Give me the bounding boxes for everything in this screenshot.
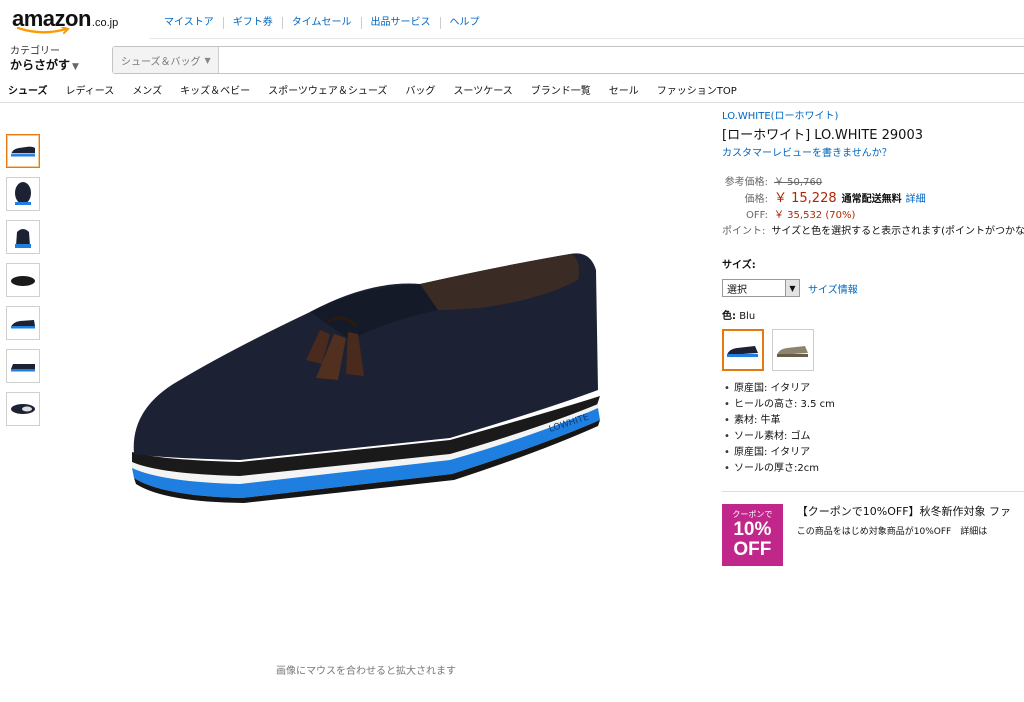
color-label: 色: — [722, 311, 736, 322]
write-review-link[interactable]: カスタマーレビューを書きませんか？ — [722, 147, 1024, 161]
chevron-down-icon: ▼ — [785, 280, 799, 296]
size-label: サイズ: — [722, 260, 756, 271]
shoe-thumbnail-icon — [11, 320, 35, 329]
color-swatch-alt[interactable] — [772, 329, 814, 371]
price-row: 価格: ￥ 15,228 通常配送無料 詳細 — [722, 191, 1024, 208]
feature-item: ヒールの高さ: 3.5 cm — [722, 397, 1024, 413]
coupon-promo[interactable]: クーポンで 10% OFF 【クーポンで10%OFF】秋冬新作対象 ファ この商… — [722, 504, 1024, 566]
points-text: サイズと色を選択すると表示されます(ポイントがつかない — [771, 226, 1024, 237]
nav-link-sell[interactable]: 出品サービス — [360, 17, 440, 29]
shipping-details-link[interactable]: 詳細 — [906, 192, 926, 208]
off-value: ￥ 35,532 (70%) — [774, 210, 856, 221]
subnav-item-mens[interactable]: メンズ — [132, 82, 162, 97]
search-input[interactable] — [218, 47, 1024, 73]
subnav-item-brands[interactable]: ブランド一覧 — [531, 82, 591, 97]
price-label: 価格: — [744, 194, 768, 205]
search-scope-dropdown[interactable]: シューズ＆バッグ ▼ — [113, 47, 219, 73]
subnav-item-fashion-top[interactable]: ファッションTOP — [657, 82, 737, 97]
logo-smile-icon — [16, 27, 70, 34]
subnav-item-sportswear[interactable]: スポーツウェア＆シューズ — [268, 82, 387, 97]
search-scope-label: シューズ＆バッグ — [121, 56, 201, 68]
thumbnail-inner-view[interactable] — [6, 349, 40, 383]
nav-link-gift-card[interactable]: ギフト券 — [222, 17, 282, 29]
color-label-row: 色: Blu — [722, 307, 1024, 322]
thumbnail-front-view[interactable] — [6, 177, 40, 211]
shoe-thumbnail-icon — [11, 146, 35, 157]
subnav-item-bags[interactable]: バッグ — [405, 82, 435, 97]
browse-label-main: からさがす ▼ — [10, 58, 79, 74]
shoe-thumbnail-icon — [11, 276, 35, 286]
browse-categories-button[interactable]: カテゴリー からさがす ▼ — [10, 46, 79, 74]
shoe-thumbnail-icon — [15, 229, 31, 248]
size-select-value: 選択 — [727, 284, 747, 296]
subnav-item-ladies[interactable]: レディース — [66, 82, 115, 97]
thumbnail-top-view[interactable] — [6, 392, 40, 426]
chevron-down-icon: ▼ — [72, 62, 79, 72]
thumbnail-side-view[interactable] — [6, 134, 40, 168]
search-bar: シューズ＆バッグ ▼ — [112, 46, 1024, 74]
feature-bullets: 原産国: イタリア ヒールの高さ: 3.5 cm 素材: 牛革 ソール素材: ゴ… — [722, 381, 1024, 477]
nav-link-help[interactable]: ヘルプ — [439, 17, 489, 29]
points-label: ポイント: — [722, 226, 766, 237]
size-info-link[interactable]: サイズ情報 — [808, 281, 858, 296]
feature-item: ソールの厚さ:2cm — [722, 461, 1024, 477]
thumbnail-sole-view[interactable] — [6, 263, 40, 297]
shoe-swatch-icon — [727, 346, 758, 357]
subnav-item-suitcases[interactable]: スーツケース — [453, 82, 512, 97]
feature-item: 素材: 牛革 — [722, 413, 1024, 429]
list-price-row: 参考価格: ￥ 50,760 — [722, 175, 1024, 191]
category-subnav: シューズ レディース メンズ キッズ＆ベビー スポーツウェア＆シューズ バッグ … — [0, 77, 1024, 103]
list-price-label: 参考価格: — [724, 177, 768, 188]
shoe-thumbnail-icon — [11, 404, 35, 414]
product-details-panel: LO.WHITE(ローホワイト) [ローホワイト] LO.WHITE 29003… — [722, 110, 1024, 566]
top-navigation: マイストア ギフト券 タイムセール 出品サービス ヘルプ — [155, 17, 489, 29]
coupon-badge-line2: 10% — [733, 519, 772, 540]
product-title: [ローホワイト] LO.WHITE 29003 — [722, 128, 923, 143]
chevron-down-icon: ▼ — [204, 55, 211, 65]
shoe-thumbnail-icon — [11, 364, 35, 372]
color-swatch-blu[interactable] — [722, 329, 764, 371]
coupon-subline: この商品をはじめ対象商品が10%OFF 詳細は — [796, 527, 988, 537]
logo-tld: .co.jp — [91, 17, 119, 29]
list-price-value: ￥ 50,760 — [774, 177, 823, 188]
subnav-item-kids[interactable]: キッズ＆ベビー — [180, 82, 250, 97]
image-thumbnail-list — [6, 134, 40, 435]
browse-label-small: カテゴリー — [10, 46, 60, 57]
feature-item: ソール素材: ゴム — [722, 429, 1024, 445]
off-row: OFF: ￥ 35,532 (70%) — [722, 208, 1024, 224]
nav-link-time-sale[interactable]: タイムセール — [281, 17, 361, 29]
coupon-badge-line3: OFF — [733, 539, 772, 560]
coupon-text: 【クーポンで10%OFF】秋冬新作対象 ファ この商品をはじめ対象商品が10%O… — [797, 504, 1024, 566]
size-select[interactable]: 選択 ▼ — [722, 279, 800, 297]
color-swatches — [722, 329, 1024, 371]
subnav-item-sale[interactable]: セール — [609, 82, 639, 97]
shoe-swatch-icon — [777, 346, 808, 357]
coupon-badge: クーポンで 10% OFF — [722, 504, 783, 566]
price-block: 参考価格: ￥ 50,760 価格: ￥ 15,228 通常配送無料 詳細 OF… — [722, 175, 1024, 240]
size-row: 選択 ▼ サイズ情報 — [722, 279, 1024, 297]
thumbnail-profile-view[interactable] — [6, 306, 40, 340]
subnav-item-shoes[interactable]: シューズ — [8, 82, 48, 97]
points-row: ポイント: サイズと色を選択すると表示されます(ポイントがつかない — [722, 224, 1024, 240]
feature-item: 原産国: イタリア — [722, 381, 1024, 397]
section-divider — [722, 491, 1024, 492]
zoom-hint-text: 画像にマウスを合わせると拡大されます — [276, 666, 456, 677]
color-value: Blu — [739, 311, 756, 322]
nav-link-my-store[interactable]: マイストア — [155, 17, 223, 29]
main-product-image[interactable]: LOWHITE — [120, 240, 610, 510]
browse-label-text: からさがす — [10, 58, 71, 72]
feature-item: 原産国: イタリア — [722, 445, 1024, 461]
header-divider — [150, 38, 1024, 39]
brand-link[interactable]: LO.WHITE(ローホワイト) — [722, 110, 1024, 124]
off-label: OFF: — [746, 210, 768, 221]
price-value: ￥ 15,228 — [774, 191, 837, 206]
shipping-text: 通常配送無料 — [841, 194, 902, 205]
shoe-thumbnail-icon — [15, 182, 31, 205]
coupon-headline: 【クーポンで10%OFF】秋冬新作対象 ファ — [796, 505, 1012, 518]
thumbnail-back-view[interactable] — [6, 220, 40, 254]
